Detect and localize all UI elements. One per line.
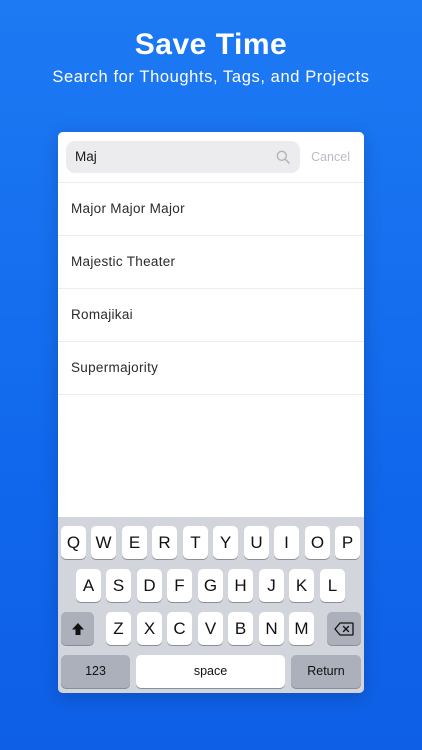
key-w[interactable]: W [91, 526, 116, 559]
search-bar: Maj Cancel [58, 132, 364, 182]
keyboard-row-3: Z X C V B N M [58, 612, 364, 645]
key-t[interactable]: T [183, 526, 208, 559]
key-i[interactable]: I [274, 526, 299, 559]
search-results-list: Major Major Major Majestic Theater Romaj… [58, 182, 364, 395]
list-item[interactable]: Majestic Theater [58, 235, 364, 288]
list-item[interactable]: Supermajority [58, 341, 364, 394]
keyboard: Q W E R T Y U I O P A S D F G H J K L Z … [58, 517, 364, 693]
numbers-key[interactable]: 123 [61, 655, 130, 688]
search-input[interactable]: Maj [66, 141, 300, 173]
key-q[interactable]: Q [61, 526, 86, 559]
page-title: Save Time [134, 28, 288, 61]
search-icon [276, 150, 290, 164]
list-item[interactable]: Major Major Major [58, 182, 364, 235]
keyboard-row-4: 123 space Return [58, 655, 364, 688]
key-o[interactable]: O [305, 526, 330, 559]
cancel-button[interactable]: Cancel [311, 141, 350, 173]
key-k[interactable]: K [289, 569, 314, 602]
key-b[interactable]: B [228, 612, 253, 645]
key-r[interactable]: R [152, 526, 177, 559]
page-subtitle: Search for Thoughts, Tags, and Projects [52, 68, 370, 86]
key-z[interactable]: Z [106, 612, 131, 645]
backspace-icon [334, 622, 354, 636]
space-key[interactable]: space [136, 655, 285, 688]
list-item[interactable]: Romajikai [58, 288, 364, 341]
keyboard-row-2: A S D F G H J K L [58, 569, 364, 602]
key-e[interactable]: E [122, 526, 147, 559]
shift-icon [71, 623, 84, 635]
key-m[interactable]: M [289, 612, 314, 645]
app-screen: Maj Cancel Major Major Major Majestic Th… [58, 132, 364, 693]
key-s[interactable]: S [106, 569, 131, 602]
key-d[interactable]: D [137, 569, 162, 602]
key-j[interactable]: J [259, 569, 284, 602]
delete-key[interactable] [327, 612, 361, 645]
shift-key[interactable] [61, 612, 94, 645]
key-u[interactable]: U [244, 526, 269, 559]
key-v[interactable]: V [198, 612, 223, 645]
list-divider [58, 394, 364, 395]
key-x[interactable]: X [137, 612, 162, 645]
key-h[interactable]: H [228, 569, 253, 602]
key-g[interactable]: G [198, 569, 223, 602]
key-l[interactable]: L [320, 569, 345, 602]
key-c[interactable]: C [167, 612, 192, 645]
key-n[interactable]: N [259, 612, 284, 645]
key-p[interactable]: P [335, 526, 360, 559]
search-input-value: Maj [75, 149, 97, 164]
return-key[interactable]: Return [291, 655, 361, 688]
key-y[interactable]: Y [213, 526, 238, 559]
key-f[interactable]: F [167, 569, 192, 602]
key-a[interactable]: A [76, 569, 101, 602]
keyboard-row-1: Q W E R T Y U I O P [58, 526, 364, 559]
